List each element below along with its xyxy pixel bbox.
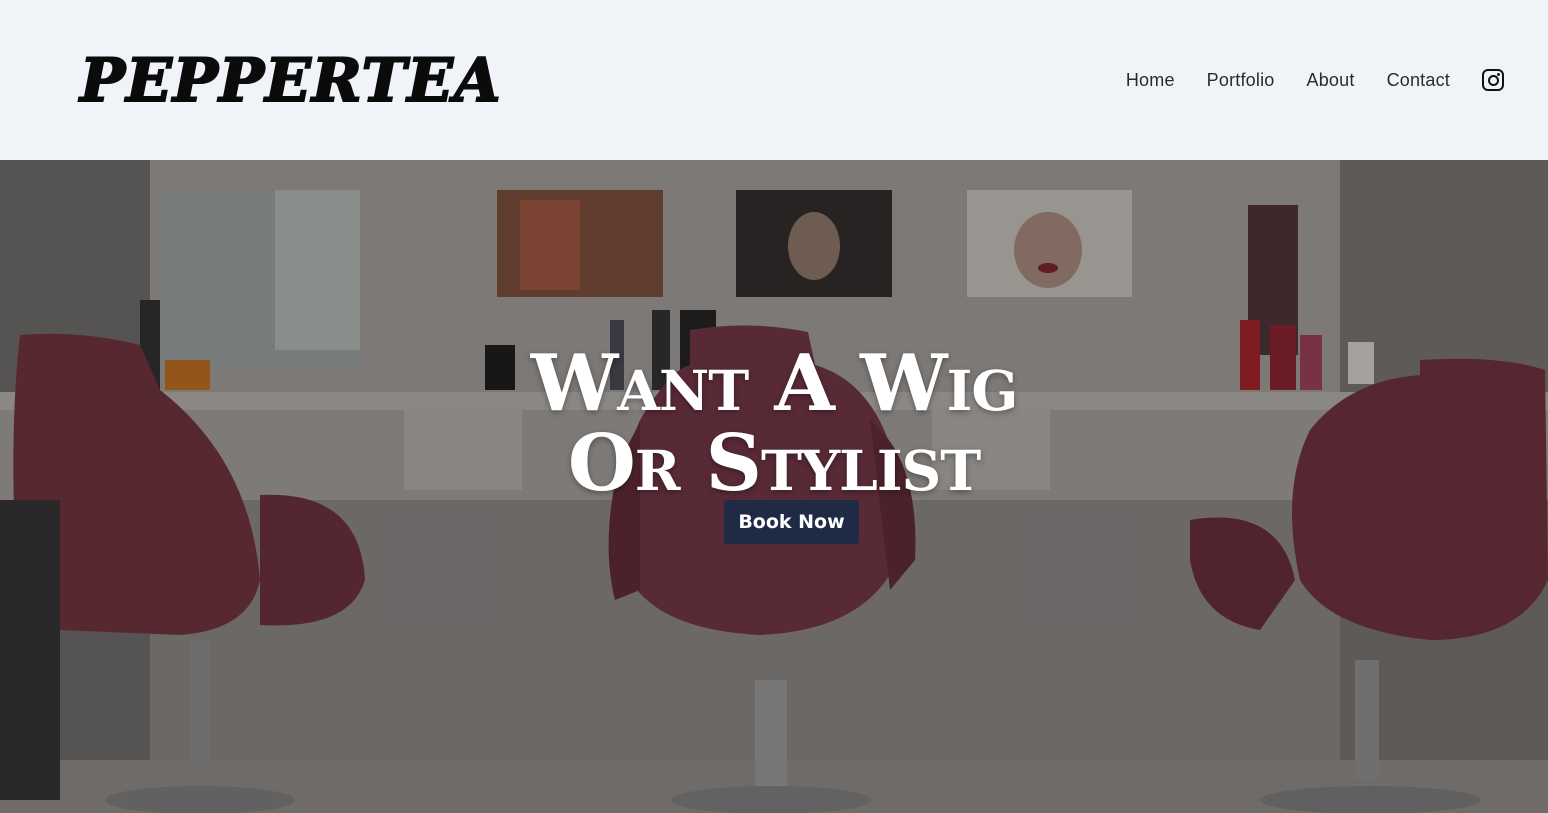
nav-link-home[interactable]: Home <box>1126 70 1175 91</box>
hero-headline-line-1: Want A Wig <box>530 338 1019 429</box>
main-nav: Home Portfolio About Contact <box>1126 64 1504 96</box>
book-now-button[interactable]: Book Now <box>724 500 859 544</box>
nav-link-portfolio[interactable]: Portfolio <box>1207 70 1275 91</box>
nav-link-contact[interactable]: Contact <box>1387 70 1450 91</box>
site-logo[interactable]: PEPPERTEA <box>79 47 502 115</box>
site-header: PEPPERTEA Home Portfolio About Contact <box>0 0 1548 160</box>
nav-link-about[interactable]: About <box>1307 70 1355 91</box>
hero-section: Want A Wig Or Stylist Book Now <box>0 160 1548 813</box>
hero-headline-line-2: Or Stylist <box>567 418 981 509</box>
instagram-icon[interactable] <box>1482 69 1504 91</box>
hero-headline: Want A Wig Or Stylist <box>0 344 1548 504</box>
